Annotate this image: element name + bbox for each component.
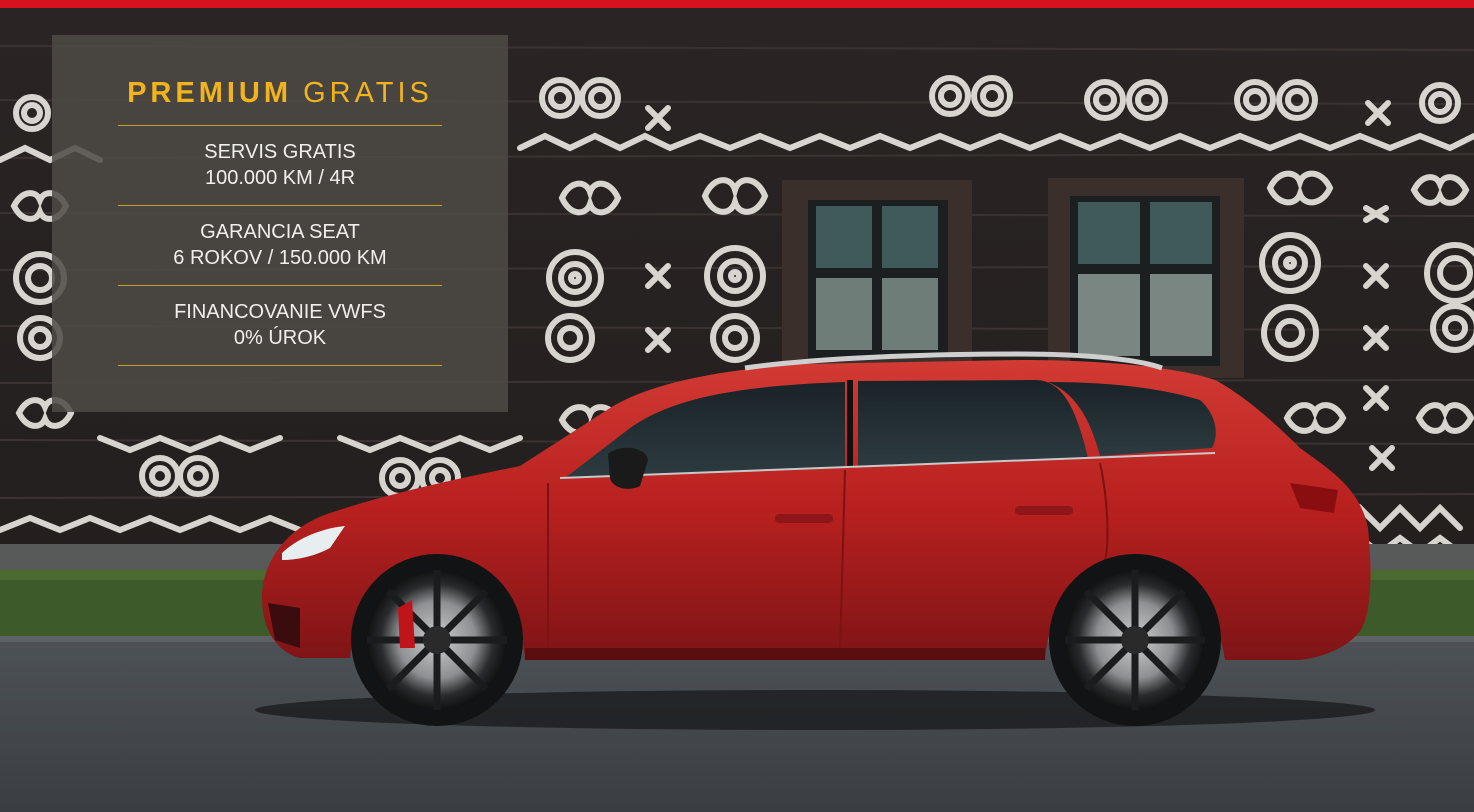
promo-item-line2: 6 ROKOV / 150.000 KM bbox=[173, 247, 387, 269]
divider bbox=[118, 205, 442, 206]
promo-panel: PREMIUM GRATIS SERVIS GRATIS 100.000 KM … bbox=[52, 35, 508, 412]
promo-item-line1: FINANCOVANIE VWFS bbox=[174, 301, 386, 323]
promo-item-line1: GARANCIA SEAT bbox=[200, 221, 360, 243]
promo-item-line1: SERVIS GRATIS bbox=[204, 141, 356, 163]
promo-title-strong: PREMIUM bbox=[127, 77, 293, 109]
promo-title-light: GRATIS bbox=[303, 77, 433, 109]
promo-title: PREMIUM GRATIS bbox=[52, 79, 508, 108]
promo-item-service: SERVIS GRATIS 100.000 KM / 4R bbox=[52, 139, 508, 191]
divider bbox=[118, 285, 442, 286]
rear-wheel bbox=[1049, 554, 1221, 726]
divider bbox=[118, 365, 442, 366]
front-wheel bbox=[351, 554, 523, 726]
top-brand-bar bbox=[0, 0, 1474, 8]
promo-item-line2: 100.000 KM / 4R bbox=[204, 167, 356, 189]
promo-item-warranty: GARANCIA SEAT 6 ROKOV / 150.000 KM bbox=[52, 219, 508, 271]
divider bbox=[118, 125, 442, 126]
promo-item-financing: FINANCOVANIE VWFS 0% ÚROK bbox=[52, 299, 508, 351]
promo-item-line2: 0% ÚROK bbox=[233, 327, 327, 349]
